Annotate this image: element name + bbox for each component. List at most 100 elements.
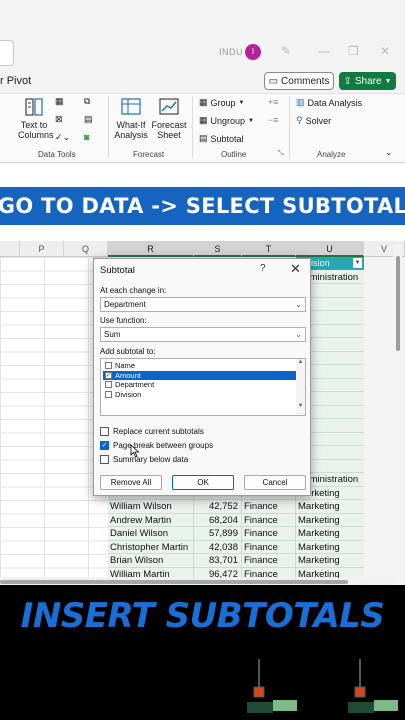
title-bar: [0, 36, 405, 68]
text-to-columns-icon: [25, 98, 43, 116]
column-header-r[interactable]: R: [108, 241, 194, 257]
checkbox-checked[interactable]: ✓: [100, 441, 109, 450]
menu-item-pivot[interactable]: r Pivot: [0, 75, 31, 87]
page-break-checkbox[interactable]: ✓ Page break between groups: [100, 441, 213, 450]
column-header-u[interactable]: U: [296, 241, 364, 257]
what-if-analysis-button[interactable]: What-If Analysis: [112, 96, 150, 140]
data-validation-icon[interactable]: ✓⌄: [55, 132, 70, 143]
subtotal-field-item[interactable]: ✓ Amount: [103, 370, 297, 380]
checkbox-unchecked[interactable]: [105, 381, 112, 388]
relationships-icon[interactable]: ⧉: [84, 96, 90, 107]
instruction-banner-text: GO TO DATA -> SELECT SUBTOTAL: [0, 194, 405, 218]
empty-cells[interactable]: [0, 257, 108, 577]
dialog-launcher-icon[interactable]: ⤡: [278, 150, 284, 158]
subtotal-field-item[interactable]: Name: [103, 361, 297, 370]
cell-name[interactable]: Andrew Martin: [108, 513, 194, 527]
cell-name[interactable]: Christopher Martin: [108, 540, 194, 554]
cell-department[interactable]: Finance: [242, 554, 296, 568]
subtotal-button[interactable]: ▤ Subtotal: [199, 133, 244, 144]
remove-duplicates-icon[interactable]: ⊠: [55, 114, 63, 125]
column-header-q[interactable]: Q: [64, 241, 108, 257]
cell-division[interactable]: Marketing: [296, 554, 364, 568]
collapse-ribbon-icon[interactable]: ⌄: [385, 147, 393, 158]
cell-name[interactable]: William Wilson: [108, 500, 194, 514]
column-header-s[interactable]: S: [194, 241, 242, 257]
group-button[interactable]: ▦ Group ▼: [199, 97, 244, 108]
search-box[interactable]: [0, 40, 14, 66]
minimize-icon[interactable]: —: [318, 44, 330, 58]
what-if-label-1: What-If: [116, 120, 146, 130]
at-each-change-label: At each change in:: [100, 286, 167, 295]
at-each-change-select[interactable]: Department ⌄: [100, 297, 306, 312]
forecast-sheet-button[interactable]: Forecast Sheet: [151, 96, 187, 140]
remove-all-button[interactable]: Remove All: [100, 475, 162, 490]
cell-amount[interactable]: 83,701: [194, 554, 242, 568]
cell-division[interactable]: Marketing: [296, 527, 364, 541]
checkbox-unchecked[interactable]: [100, 455, 109, 464]
pen-icon[interactable]: ✎: [281, 44, 291, 58]
group-icon: ▦: [199, 97, 208, 107]
add-subtotal-list[interactable]: Name ✓ Amount Department Division ▲ ▼: [100, 358, 306, 416]
cell-department[interactable]: Finance: [242, 527, 296, 541]
filter-dropdown-icon[interactable]: ▼: [353, 258, 362, 268]
cell-division[interactable]: Marketing: [296, 514, 364, 527]
cancel-button[interactable]: Cancel: [244, 475, 306, 490]
vertical-scroll-thumb[interactable]: [396, 256, 400, 351]
data-model-icon[interactable]: ◙: [84, 132, 89, 142]
cell-amount[interactable]: 68,204: [194, 513, 242, 527]
group-label-outline: Outline: [221, 150, 247, 159]
text-to-columns-label-2: Columns: [18, 130, 54, 140]
ribbon-separator: [108, 96, 109, 158]
subtotal-field-item[interactable]: Division: [103, 390, 297, 399]
share-button[interactable]: ⇪ Share ▼: [339, 72, 396, 90]
cell-department[interactable]: Finance: [242, 500, 296, 514]
close-icon[interactable]: ✕: [290, 261, 301, 277]
scroll-up-icon[interactable]: ▲: [296, 359, 305, 365]
subtotal-field-item[interactable]: Department: [103, 380, 297, 389]
use-function-select[interactable]: Sum ⌄: [100, 327, 306, 342]
cell-division[interactable]: Marketing: [296, 541, 364, 554]
cell-name[interactable]: Daniel Wilson: [108, 527, 194, 541]
checkbox-unchecked[interactable]: [105, 390, 112, 398]
subtotal-field-label: Name: [115, 361, 136, 370]
horizontal-scroll-thumb[interactable]: [0, 580, 348, 584]
checkbox-checked[interactable]: ✓: [105, 371, 112, 379]
scroll-down-icon[interactable]: ▼: [296, 403, 305, 409]
user-name: INDU: [219, 47, 243, 57]
consolidate-icon[interactable]: ▤: [84, 114, 93, 125]
flash-fill-icon[interactable]: ▦: [55, 96, 64, 107]
help-icon[interactable]: ?: [260, 263, 266, 274]
sheet-top-strip: [0, 225, 405, 241]
cell-department[interactable]: Finance: [242, 513, 296, 527]
comments-button[interactable]: ▭ Comments: [264, 72, 334, 90]
chevron-down-icon: ▼: [238, 99, 245, 106]
cell-name[interactable]: Brian Wilson: [108, 554, 194, 568]
list-scrollbar[interactable]: ▲ ▼: [296, 359, 305, 415]
avatar[interactable]: I: [245, 44, 261, 60]
share-icon: ⇪: [343, 75, 352, 87]
replace-current-checkbox[interactable]: Replace current subtotals: [100, 427, 204, 436]
text-to-columns-button[interactable]: Text to Columns: [18, 96, 54, 140]
summary-below-checkbox[interactable]: Summary below data: [100, 455, 188, 464]
cell-division[interactable]: Marketing: [296, 500, 364, 514]
data-analysis-button[interactable]: ▥ Data Analysis: [296, 97, 362, 108]
formula-bar[interactable]: [0, 164, 405, 188]
cell-department[interactable]: Finance: [242, 540, 296, 554]
restore-icon[interactable]: ❐: [348, 44, 359, 58]
cell-amount[interactable]: 42,752: [194, 500, 242, 514]
column-header-t[interactable]: T: [242, 241, 296, 257]
select-all-corner[interactable]: [0, 241, 20, 257]
ungroup-button[interactable]: ▦ Ungroup ▼: [199, 115, 254, 126]
show-detail-icon[interactable]: +≡: [268, 97, 279, 107]
checkbox-unchecked[interactable]: [100, 427, 109, 436]
column-header-p[interactable]: P: [20, 241, 64, 257]
hide-detail-icon[interactable]: −≡: [268, 115, 279, 125]
ok-button[interactable]: OK: [172, 475, 234, 490]
data-analysis-icon: ▥: [296, 97, 305, 107]
close-window-icon[interactable]: ✕: [380, 44, 390, 58]
cell-amount[interactable]: 57,899: [194, 527, 242, 541]
solver-button[interactable]: ⚲ Solver: [296, 115, 331, 126]
cell-amount[interactable]: 42,038: [194, 540, 242, 554]
use-function-label: Use function:: [100, 316, 147, 325]
checkbox-unchecked[interactable]: [105, 362, 112, 369]
